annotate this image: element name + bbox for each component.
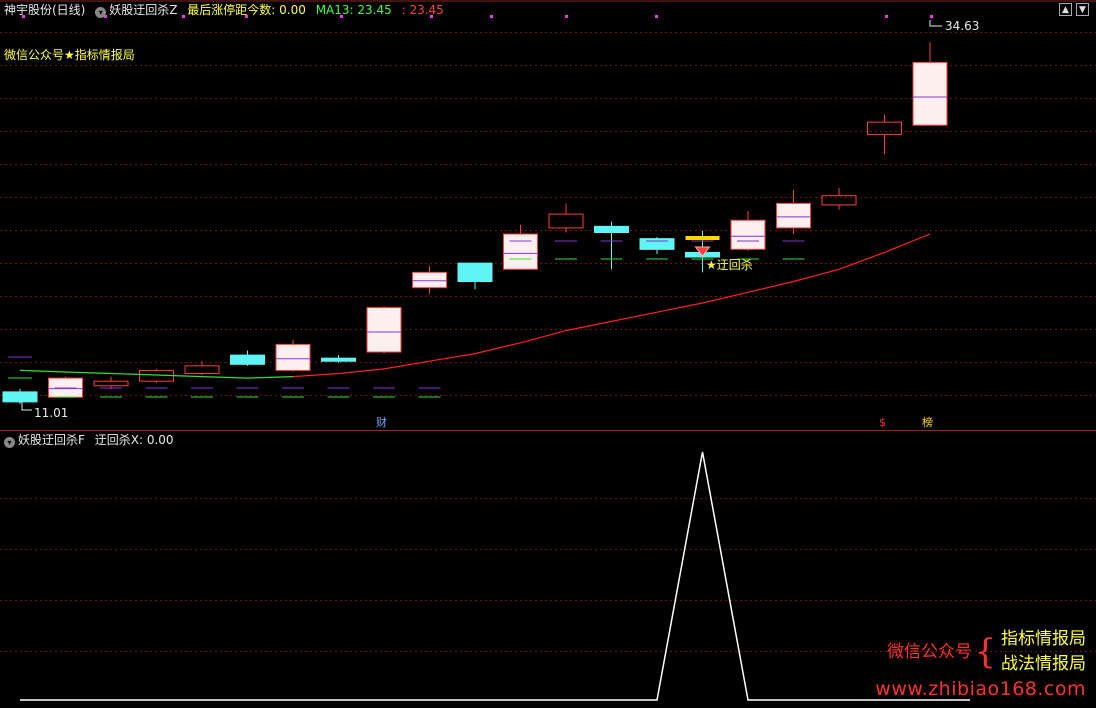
candle-body-down	[321, 357, 356, 362]
ma-value: 23.45	[357, 3, 392, 17]
indicator-name[interactable]: 妖股迂回杀Z	[109, 3, 177, 17]
watermark-line1: 指标情报局	[1001, 629, 1086, 649]
ma-separator: :	[401, 3, 406, 17]
base-line-green	[19, 369, 294, 379]
watermark-url[interactable]: www.zhibiao168.com	[875, 680, 1086, 699]
watermark-brace: {	[974, 632, 996, 672]
top-tick	[930, 15, 933, 18]
low-price-label: 11.01	[34, 406, 69, 420]
wechat-note: 微信公众号★指标情报局	[4, 48, 135, 62]
sub-indicator-name[interactable]: 妖股迂回杀F	[18, 433, 85, 447]
sub-value-label: 迂回杀X:	[94, 433, 143, 447]
candle-body-down	[639, 238, 675, 250]
top-tick	[885, 15, 888, 18]
candle-body-up	[548, 213, 584, 229]
candle-body-down	[2, 391, 38, 403]
high-price-label: 34.63	[945, 19, 980, 33]
lines-layer	[19, 233, 931, 379]
kline-chart[interactable]	[0, 0, 1096, 708]
high-arrow-icon	[929, 20, 942, 27]
top-tick	[490, 15, 493, 18]
candle-body-up	[93, 380, 129, 387]
sub-value: 0.00	[146, 433, 174, 447]
oscillator-layer	[20, 451, 970, 701]
low-arrow-icon	[21, 402, 32, 411]
down-arrow-icon[interactable]: ▼	[1076, 3, 1089, 16]
finance-marker[interactable]: 财	[376, 416, 387, 430]
candle-body-up	[503, 233, 538, 270]
oscillator-line	[20, 451, 970, 701]
dollar-marker[interactable]: $	[879, 416, 886, 430]
stock-name: 神宇股份(日线)	[4, 3, 86, 17]
ma-value-secondary: 23.45	[409, 3, 444, 17]
candle-body-up	[912, 61, 948, 126]
candle-body-up	[730, 219, 766, 250]
candle-body-down	[594, 225, 629, 234]
signal-bar	[685, 236, 720, 240]
candle-body-up	[867, 121, 902, 135]
top-tick	[655, 15, 658, 18]
candle-body-up	[275, 343, 311, 371]
ma-label: MA13:	[315, 3, 354, 17]
main-chart-header: 神宇股份(日线) ▾ 妖股迂回杀Z 最后涨停距今数: 0.00 MA13: 23.…	[4, 3, 444, 18]
ranking-marker[interactable]: 榜	[922, 416, 933, 430]
circle-toggle-icon-2[interactable]: ▾	[4, 437, 15, 448]
circle-toggle-icon[interactable]: ▾	[95, 7, 107, 18]
top-tick	[565, 15, 568, 18]
candle-body-up	[412, 271, 447, 289]
candle-body-down	[230, 354, 265, 365]
signal-label: ★迂回杀	[706, 258, 753, 272]
sub-chart-header: ▾ 妖股迂回杀F 迂回杀X: 0.00	[4, 433, 174, 448]
candles-layer	[2, 20, 948, 411]
watermark-wechat: 微信公众号	[887, 642, 972, 662]
candle-body-up	[776, 202, 811, 229]
candle-body-down	[457, 262, 493, 283]
up-arrow-icon[interactable]: ▲	[1059, 3, 1072, 16]
days-label: 最后涨停距今数:	[187, 3, 276, 17]
candle-body-up	[366, 307, 402, 353]
candle-body-up	[184, 365, 220, 375]
watermark-line2: 战法情报局	[1001, 654, 1086, 674]
days-value: 0.00	[279, 3, 306, 17]
